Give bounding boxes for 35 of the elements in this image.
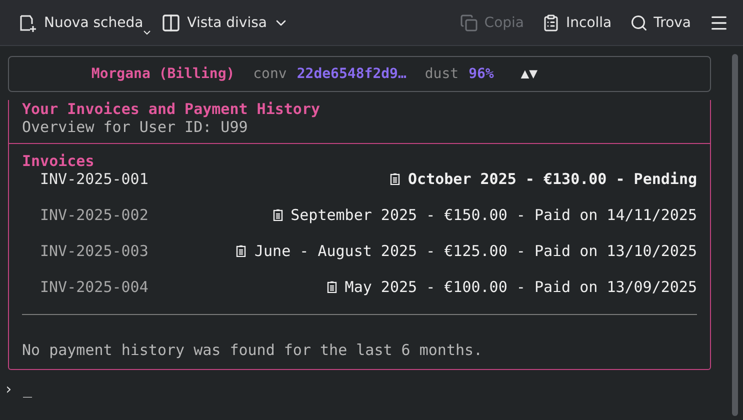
invoice-id: INV-2025-004: [40, 278, 148, 296]
conv-id: 22de6548f2d9…: [296, 66, 406, 82]
copy-icon: [460, 14, 478, 32]
dust-label: dust: [424, 66, 459, 82]
panel-subtitle: Overview for User ID: U99: [22, 118, 249, 136]
invoice-detail: September 2025 - €150.00 - Paid on 14/11/2025: [290, 206, 697, 224]
clipboard-icon: [542, 14, 560, 32]
new-tab-icon: [18, 12, 38, 32]
clipboard-icon: [326, 281, 337, 293]
split-view-icon: [161, 12, 182, 32]
scrollbar[interactable]: [732, 54, 738, 416]
paste-button[interactable]: Incolla: [536, 10, 618, 36]
invoice-detail: June - August 2025 - €125.00 - Paid on 13/10/2025: [254, 242, 697, 260]
conv-label: conv: [252, 66, 287, 82]
invoice-id: INV-2025-003: [40, 242, 148, 260]
search-icon: [630, 14, 648, 32]
section-title: Invoices: [22, 152, 96, 170]
agent-name: Morgana (Billing): [91, 66, 235, 82]
clipboard-icon: [236, 245, 246, 257]
new-tab-button[interactable]: Nuova scheda: [12, 8, 150, 36]
panel-title: Your Invoices and Payment History: [22, 100, 322, 118]
find-button[interactable]: Trova: [624, 10, 697, 36]
dust-value: 96%: [468, 66, 494, 82]
split-button[interactable]: Vista divisa: [155, 8, 295, 36]
prompt-marker: ›: [4, 380, 14, 398]
invoice-id: INV-2025-002: [40, 206, 148, 224]
sort-arrows[interactable]: ▲▼: [504, 66, 538, 82]
invoice-id: INV-2025-001: [40, 170, 148, 188]
clipboard-icon: [272, 209, 283, 221]
history-note: No payment history was found for the last 6 months.: [22, 341, 484, 361]
invoice-detail: May 2025 - €100.00 - Paid on 13/09/2025: [344, 278, 697, 296]
clipboard-icon: [390, 173, 400, 185]
caret-icon: [143, 30, 152, 34]
invoice-detail: October 2025 - €130.00 - Pending: [408, 170, 697, 188]
cursor: _: [23, 380, 32, 398]
